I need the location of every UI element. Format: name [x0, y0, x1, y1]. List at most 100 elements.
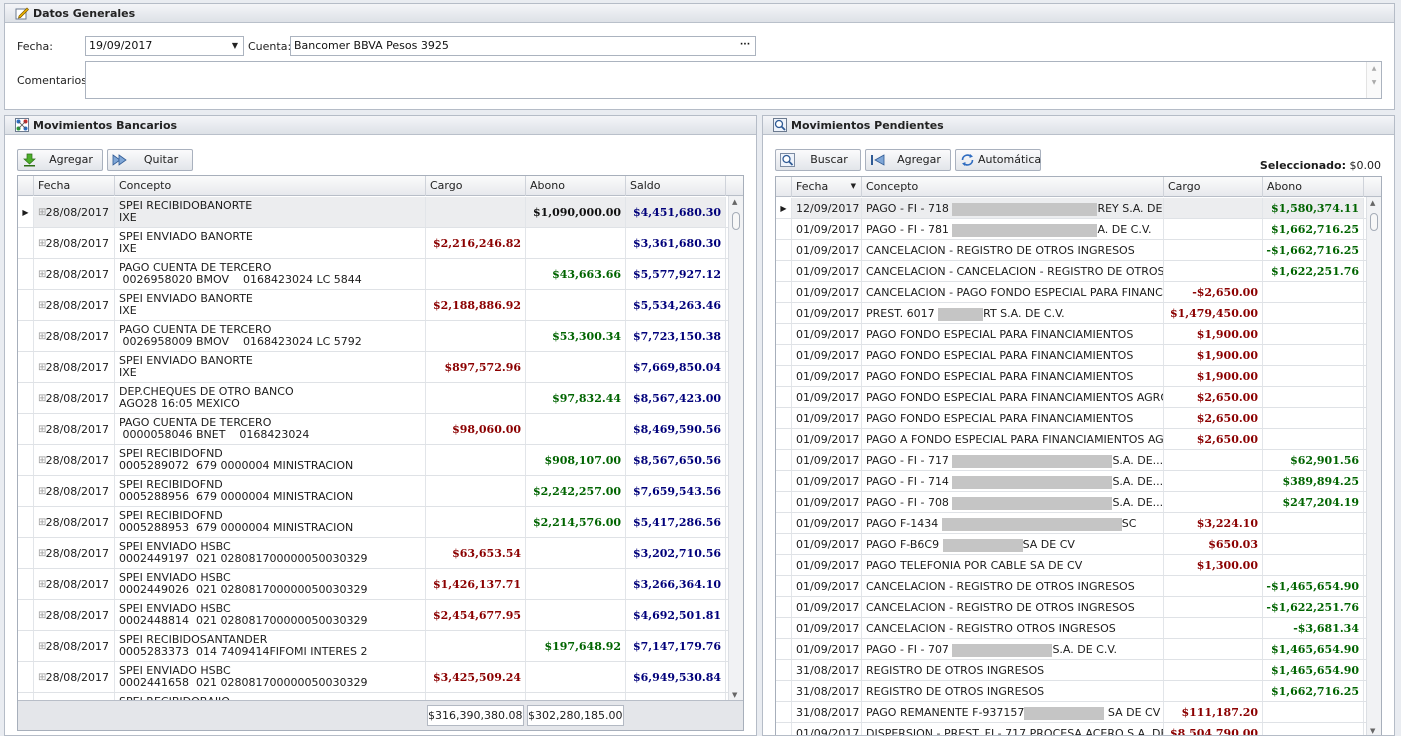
cargo-cell: [1164, 198, 1263, 218]
fecha-value: 28/08/2017: [45, 361, 109, 374]
table-row[interactable]: ▶12/09/2017PAGO - FI - 718 REY S.A. DE..…: [776, 198, 1367, 219]
expand-plus-icon[interactable]: ⊞: [38, 259, 46, 289]
cargo-cell: $63,653.54: [426, 538, 526, 568]
table-row[interactable]: 01/09/2017 PAGO FONDO ESPECIAL PARA FINAN…: [776, 366, 1367, 387]
table-row[interactable]: ▶ ⊞ 28/08/2017 SPEI RECIBIDOBANORTE IXE $1,09…: [18, 197, 729, 228]
agregar-pendiente-button[interactable]: Agregar: [865, 149, 951, 171]
table-row[interactable]: 01/09/2017 PAGO - FI - 707 S.A. DE C.V. $1…: [776, 639, 1367, 660]
table-row[interactable]: 01/09/2017 PAGO - FI - 714 S.A. DE... $389…: [776, 471, 1367, 492]
fecha-date-picker[interactable]: 19/09/2017 ▼: [85, 36, 244, 56]
column-header-concepto[interactable]: Concepto: [115, 176, 426, 196]
bancarios-vertical-scrollbar[interactable]: ▲ ▼: [728, 196, 743, 701]
column-header-saldo[interactable]: Saldo: [626, 176, 726, 196]
table-row[interactable]: 01/09/2017 PAGO FONDO ESPECIAL PARA FINAN…: [776, 387, 1367, 408]
table-row[interactable]: ⊞ 28/08/2017 SPEI ENVIADO HSBC 0002449197 0…: [18, 538, 729, 569]
expand-plus-icon[interactable]: ⊞: [38, 383, 46, 413]
comentarios-textarea[interactable]: ▲ ▼: [85, 61, 1382, 99]
pendientes-grid-header: Fecha ▼ Concepto Cargo Abono: [776, 177, 1381, 197]
table-row[interactable]: ⊞ 28/08/2017 PAGO CUENTA DE TERCERO 002695…: [18, 259, 729, 290]
table-row[interactable]: ⊞ 28/08/2017 PAGO CUENTA DE TERCERO 002695…: [18, 321, 729, 352]
table-row[interactable]: 01/09/2017 PAGO - FI - 717 S.A. DE... $62,…: [776, 450, 1367, 471]
table-row[interactable]: 01/09/2017 CANCELACION - PAGO FONDO ESPEC…: [776, 282, 1367, 303]
concepto-text: PAGO FONDO ESPECIAL PARA FINANCIAMIENTOS: [866, 370, 1134, 383]
expand-plus-icon[interactable]: ⊞: [38, 290, 46, 320]
cuenta-field[interactable]: Bancomer BBVA Pesos 3925 ···: [290, 36, 756, 56]
expand-plus-icon[interactable]: ⊞: [38, 538, 46, 568]
expand-plus-icon[interactable]: ⊞: [38, 662, 46, 692]
table-row[interactable]: ⊞ 28/08/2017 DEP.CHEQUES DE OTRO BANCO AGO2…: [18, 383, 729, 414]
table-row[interactable]: 01/09/2017 DISPERSION - PREST. FI - 717 P…: [776, 723, 1367, 735]
table-row[interactable]: 01/09/2017 PAGO - FI - 708 S.A. DE... $247…: [776, 492, 1367, 513]
scroll-up-icon[interactable]: ▲: [732, 198, 737, 206]
table-row[interactable]: 01/09/2017 PREST. 6017 RT S.A. DE C.V. $1,…: [776, 303, 1367, 324]
ellipsis-browse-icon[interactable]: ···: [737, 37, 753, 55]
table-row[interactable]: ⊞ 28/08/2017 SPEI ENVIADO BANORTE IXE $2,216…: [18, 228, 729, 259]
table-row[interactable]: 01/09/2017 CANCELACION - REGISTRO DE OTRO…: [776, 576, 1367, 597]
concepto-text-suffix: REY S.A. DE...: [1097, 202, 1163, 215]
table-row[interactable]: ⊞ 28/08/2017 SPEI ENVIADO HSBC 0002441658 0…: [18, 662, 729, 693]
table-row[interactable]: 01/09/2017 CANCELACION - REGISTRO OTROS I…: [776, 618, 1367, 639]
column-header-abono[interactable]: Abono: [526, 176, 626, 196]
table-row[interactable]: 01/09/2017 PAGO TELEFONIA POR CABLE SA DE…: [776, 555, 1367, 576]
pendientes-vertical-scrollbar[interactable]: ▲ ▼: [1366, 197, 1381, 735]
row-indicator: [776, 387, 792, 407]
concepto-cell: PAGO - FI - 707 S.A. DE C.V.: [862, 639, 1164, 659]
column-header-concepto[interactable]: Concepto: [862, 177, 1164, 197]
table-row[interactable]: ⊞ 28/08/2017 SPEI ENVIADO HSBC 0002449026 0…: [18, 569, 729, 600]
column-header-fecha[interactable]: Fecha: [34, 176, 115, 196]
concepto-line-2: 0005288953 679 0000004 MINISTRACION: [119, 522, 354, 534]
agregar-bancario-button[interactable]: Agregar: [17, 149, 103, 171]
table-row[interactable]: 01/09/2017 PAGO FONDO ESPECIAL PARA FINAN…: [776, 324, 1367, 345]
expand-plus-icon[interactable]: ⊞: [38, 228, 46, 258]
scroll-thumb[interactable]: [732, 212, 740, 230]
expand-plus-icon[interactable]: ⊞: [38, 600, 46, 630]
column-header-cargo[interactable]: Cargo: [1164, 177, 1263, 197]
expand-plus-icon[interactable]: ⊞: [38, 414, 46, 444]
expand-plus-icon[interactable]: ⊞: [38, 631, 46, 661]
expand-plus-icon[interactable]: ⊞: [38, 197, 46, 227]
table-row[interactable]: 01/09/2017 PAGO - FI - 781 A. DE C.V. $1,6…: [776, 219, 1367, 240]
automatica-button[interactable]: Automática: [955, 149, 1041, 171]
table-row[interactable]: ⊞ 28/08/2017 SPEI RECIBIDOFND 0005288953 67…: [18, 507, 729, 538]
expand-plus-icon[interactable]: ⊞: [38, 476, 46, 506]
table-row[interactable]: ⊞ 28/08/2017 SPEI ENVIADO HSBC 0002448814 0…: [18, 600, 729, 631]
table-row[interactable]: ⊞ 28/08/2017 SPEI RECIBIDOFND 0005289072 67…: [18, 445, 729, 476]
expand-plus-icon[interactable]: ⊞: [38, 321, 46, 351]
table-row[interactable]: ⊞ 28/08/2017 SPEI RECIBIDOFND 0005288956 67…: [18, 476, 729, 507]
scroll-thumb[interactable]: [1370, 213, 1378, 231]
cargo-cell: [426, 321, 526, 351]
table-row[interactable]: 01/09/2017 CANCELACION - CANCELACION - RE…: [776, 261, 1367, 282]
table-row[interactable]: 01/09/2017 PAGO F-1434 SC $3,224.10: [776, 513, 1367, 534]
table-row[interactable]: 01/09/2017 PAGO FONDO ESPECIAL PARA FINAN…: [776, 345, 1367, 366]
table-row[interactable]: 01/09/2017 PAGO A FONDO ESPECIAL PARA FIN…: [776, 429, 1367, 450]
expand-plus-icon[interactable]: ⊞: [38, 569, 46, 599]
table-row[interactable]: ⊞ 28/08/2017 SPEI ENVIADO BANORTE IXE $2,188…: [18, 290, 729, 321]
table-row[interactable]: ⊞ 28/08/2017 PAGO CUENTA DE TERCERO 000005…: [18, 414, 729, 445]
scroll-up-icon[interactable]: ▲: [1370, 199, 1375, 207]
table-row[interactable]: ⊞ 28/08/2017 SPEI RECIBIDOSANTANDER 0005283…: [18, 631, 729, 662]
buscar-button[interactable]: Buscar: [775, 149, 861, 171]
table-row[interactable]: 31/08/2017 PAGO REMANENTE F-937157 SA DE …: [776, 702, 1367, 723]
table-row[interactable]: 01/09/2017 CANCELACION - REGISTRO DE OTRO…: [776, 240, 1367, 261]
table-row[interactable]: 31/08/2017 REGISTRO DE OTROS INGRESOS $1,6…: [776, 681, 1367, 702]
column-header-cargo[interactable]: Cargo: [426, 176, 526, 196]
column-header-abono[interactable]: Abono: [1263, 177, 1364, 197]
table-row[interactable]: 01/09/2017 PAGO F-B6C9 SA DE CV $650.03: [776, 534, 1367, 555]
scroll-down-icon[interactable]: ▼: [732, 691, 737, 699]
comentarios-scrollbar[interactable]: ▲ ▼: [1366, 62, 1381, 98]
quitar-button[interactable]: Quitar: [107, 149, 193, 171]
concepto-cell: SPEI ENVIADO HSBC 0002441658 021 02808170…: [115, 662, 426, 692]
expand-plus-icon[interactable]: ⊞: [38, 445, 46, 475]
table-row[interactable]: 31/08/2017 REGISTRO DE OTROS INGRESOS $1,4…: [776, 660, 1367, 681]
scroll-down-icon[interactable]: ▼: [1370, 727, 1375, 735]
table-row[interactable]: ⊞ 28/08/2017 SPEI ENVIADO BANORTE IXE $897,5…: [18, 352, 729, 383]
chevron-down-icon[interactable]: ▼: [227, 37, 243, 55]
column-header-fecha-sortable[interactable]: Fecha ▼: [792, 177, 862, 197]
expand-plus-icon[interactable]: ⊞: [38, 352, 46, 382]
table-row[interactable]: 01/09/2017 CANCELACION - REGISTRO DE OTRO…: [776, 597, 1367, 618]
concepto-text: PAGO - FI - 717: [866, 454, 953, 467]
fecha-label: Fecha:: [17, 40, 53, 53]
table-row[interactable]: 01/09/2017 PAGO FONDO ESPECIAL PARA FINAN…: [776, 408, 1367, 429]
expand-plus-icon[interactable]: ⊞: [38, 507, 46, 537]
fecha-cell: ⊞ 28/08/2017: [34, 569, 115, 599]
